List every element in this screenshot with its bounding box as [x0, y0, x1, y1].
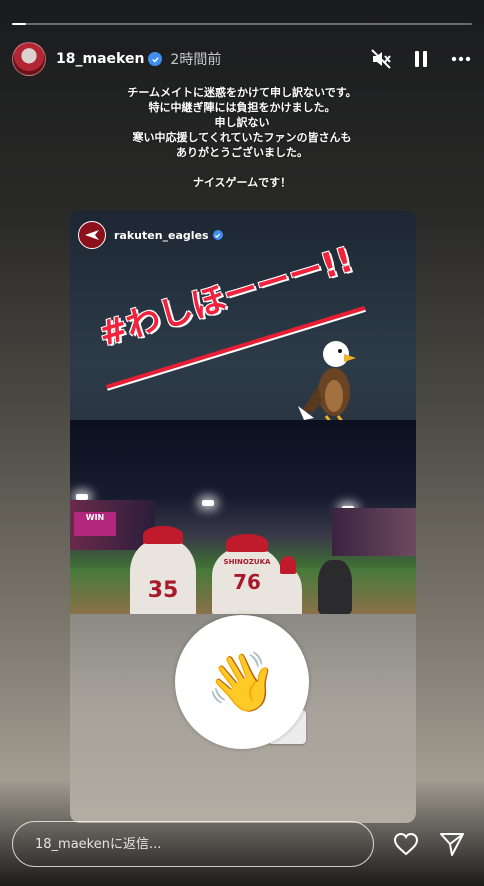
- waving-hand-sticker[interactable]: 👋: [175, 615, 309, 749]
- reply-input[interactable]: [12, 821, 374, 867]
- jersey-name: SHINOZUKA: [223, 558, 271, 566]
- caption-line: [60, 160, 424, 175]
- story-caption: チームメイトに迷惑をかけて申し訳ないです。 特に中継ぎ陣には負担をかけました。 …: [60, 85, 424, 190]
- caption-line: 申し訳ない: [214, 116, 270, 129]
- eagle-mascot-icon: [298, 341, 356, 425]
- caption-line: 寒い中応援してくれていたファンの皆さんも: [132, 131, 352, 144]
- story-footer: [12, 820, 472, 868]
- story-progress-bar: [12, 23, 472, 25]
- stadium-scoreboard: WIN: [74, 512, 116, 536]
- team-logo-icon[interactable]: [78, 221, 106, 249]
- staff-figure: [318, 560, 352, 614]
- shared-post-header[interactable]: rakuten_eagles: [78, 221, 223, 249]
- player-figure: [274, 556, 302, 614]
- story-header: 18_maeken 2時間前: [12, 41, 472, 77]
- ellipsis-icon[interactable]: [450, 48, 472, 70]
- verified-badge-icon: [148, 52, 163, 66]
- caption-line: チームメイトに迷惑をかけて申し訳ないです。: [127, 86, 357, 99]
- send-icon[interactable]: [438, 830, 466, 858]
- player-figure: 35: [130, 526, 196, 614]
- caption-line: 特に中継ぎ陣には負担をかけました。: [148, 101, 336, 114]
- jersey-number: 76: [233, 570, 261, 594]
- story-controls: [370, 48, 472, 70]
- heart-icon[interactable]: [392, 830, 420, 858]
- speaker-muted-icon[interactable]: [370, 48, 392, 70]
- jersey-number: 35: [147, 578, 179, 603]
- username[interactable]: 18_maeken: [56, 51, 144, 67]
- caption-line: ありがとうございました。: [176, 146, 308, 159]
- waving-hand-icon: 👋: [205, 647, 279, 716]
- stadium-stands: [332, 508, 416, 556]
- pause-icon[interactable]: [410, 48, 432, 70]
- avatar[interactable]: [12, 42, 46, 76]
- caption-line: ナイスゲームです！: [192, 176, 292, 189]
- player-figure: SHINOZUKA 76: [212, 534, 282, 614]
- stadium-photo: WIN 35 SHINOZUKA 76: [70, 420, 416, 614]
- shared-post-username[interactable]: rakuten_eagles: [114, 229, 209, 242]
- post-time: 2時間前: [170, 52, 222, 68]
- verified-badge-icon: [212, 230, 223, 240]
- story-progress-fill: [12, 23, 26, 25]
